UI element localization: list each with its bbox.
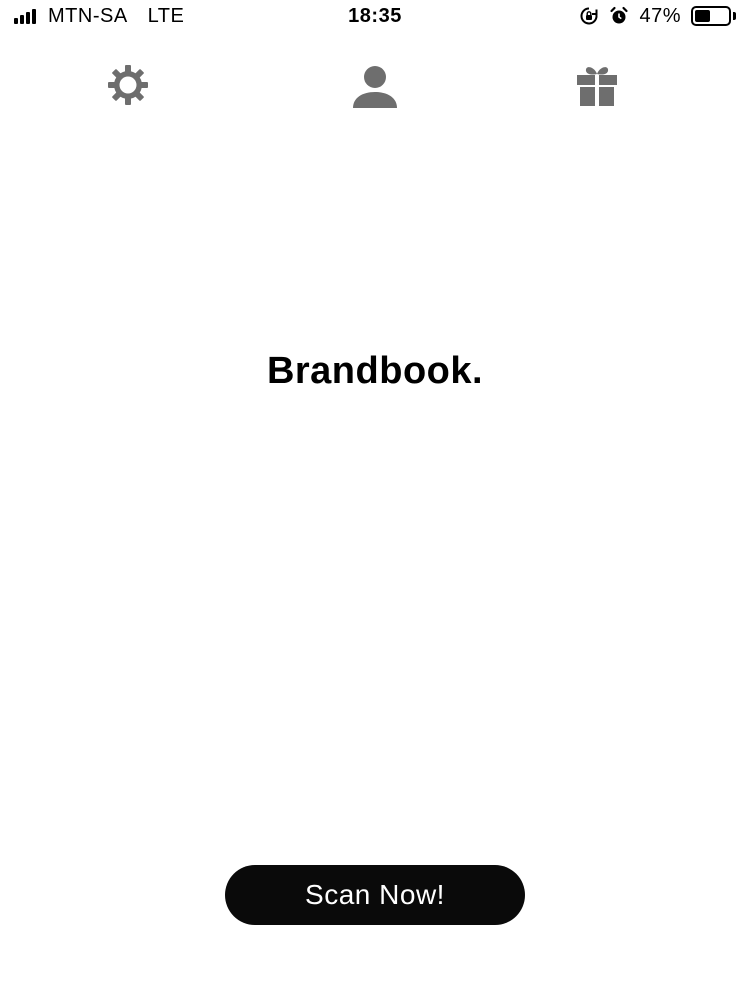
user-icon (350, 60, 400, 113)
top-nav (0, 58, 750, 114)
status-bar: MTN-SA LTE 18:35 47% (0, 0, 750, 32)
status-right: 47% (579, 5, 736, 28)
profile-button[interactable] (347, 58, 403, 114)
signal-icon (14, 8, 36, 24)
network-type: LTE (147, 4, 185, 27)
settings-button[interactable] (100, 58, 156, 114)
app-screen: MTN-SA LTE 18:35 47% Brandbook. Scan Now… (0, 0, 750, 1000)
rotation-lock-icon (579, 6, 599, 26)
brand-logo: Brandbook. (266, 350, 484, 392)
carrier-name: MTN-SA (48, 4, 128, 27)
gift-button[interactable] (569, 58, 625, 114)
status-left: MTN-SA LTE (14, 5, 184, 28)
alarm-icon (609, 6, 629, 26)
battery-icon (691, 6, 736, 26)
battery-percent: 47% (639, 4, 681, 27)
gear-icon (105, 62, 151, 111)
scan-now-button[interactable]: Scan Now! (225, 865, 525, 925)
gift-icon (574, 62, 620, 111)
